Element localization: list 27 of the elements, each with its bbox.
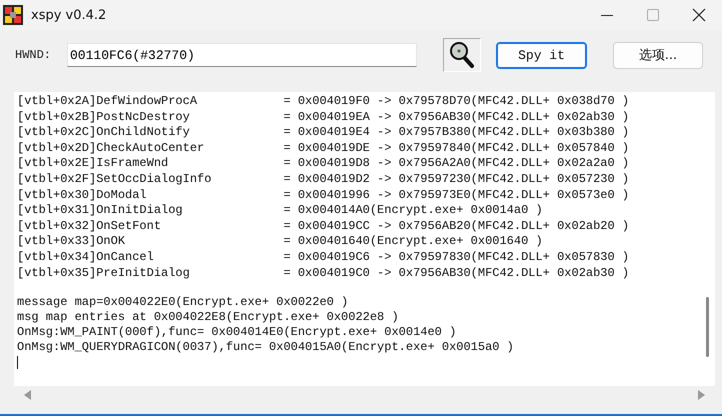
vtable-line: [vtbl+0x34]OnCancel = 0x004019C6 -> 0x79597830(MFC42.DLL+ 0x057830 ) bbox=[17, 250, 630, 266]
text-cursor bbox=[17, 356, 18, 370]
vtable-line: [vtbl+0x31]OnInitDialog = 0x004014A0(Encrypt.exe+ 0x0014a0 ) bbox=[17, 203, 543, 219]
window-title: xspy v0.4.2 bbox=[31, 8, 106, 22]
push-button[interactable]: 选项... bbox=[613, 42, 703, 68]
vtable-line: [vtbl+0x32]OnSetFont = 0x004019CC -> 0x7956AB20(MFC42.DLL+ 0x02ab20 ) bbox=[17, 218, 630, 234]
message-line: OnMsg:WM_QUERYDRAGICON(0037),func= 0x004015A0(Encrypt.exe+ 0x0015a0 ) bbox=[17, 340, 514, 356]
finder-tool[interactable] bbox=[443, 38, 481, 72]
hwnd-label: HWND: bbox=[15, 48, 52, 62]
message-line: msg map entries at 0x004022E8(Encrypt.exe+ 0x0022e8 ) bbox=[17, 310, 399, 326]
hwnd-field[interactable]: 00110FC6(#32770) bbox=[67, 43, 417, 67]
close-icon[interactable] bbox=[692, 8, 706, 22]
vtable-line: [vtbl+0x2B]PostNcDestroy = 0x004019EA -> 0x7956AB30(MFC42.DLL+ 0x02ab30 ) bbox=[17, 110, 630, 126]
vtable-line: [vtbl+0x35]PreInitDialog = 0x004019C0 -> 0x7956AB30(MFC42.DLL+ 0x02ab30 ) bbox=[17, 266, 630, 282]
vtable-line: [vtbl+0x2A]DefWindowProcA = 0x004019F0 -> 0x79578D70(MFC42.DLL+ 0x038d70 ) bbox=[17, 94, 630, 110]
message-line: message map=0x004022E0(Encrypt.exe+ 0x0022e0 ) bbox=[17, 295, 348, 310]
vtable-line: [vtbl+0x2C]OnChildNotify = 0x004019E4 -> 0x7957B380(MFC42.DLL+ 0x03b380 ) bbox=[17, 125, 630, 141]
vtable-line: [vtbl+0x2D]CheckAutoCenter = 0x004019DE -> 0x79597840(MFC42.DLL+ 0x057840 ) bbox=[17, 140, 630, 156]
push-button[interactable]: Spy it bbox=[496, 42, 587, 68]
vtable-line: [vtbl+0x2E]IsFrameWnd = 0x004019D8 -> 0x7956A2A0(MFC42.DLL+ 0x02a2a0 ) bbox=[17, 156, 630, 172]
message-line: OnMsg:WM_PAINT(000f),func= 0x004014E0(Encrypt.exe+ 0x0014e0 ) bbox=[17, 325, 456, 340]
vtable-line: [vtbl+0x30]DoModal = 0x00401996 -> 0x795973E0(MFC42.DLL+ 0x0573e0 ) bbox=[17, 188, 630, 204]
vertical-scrollbar-thumb[interactable] bbox=[706, 297, 708, 357]
vtable-line: [vtbl+0x33]OnOK = 0x00401640(Encrypt.exe+ 0x001640 ) bbox=[17, 234, 543, 250]
output-textbox[interactable] bbox=[14, 92, 715, 404]
app-icon bbox=[3, 5, 23, 25]
vtable-line: [vtbl+0x2F]SetOccDialogInfo = 0x004019D2 -> 0x79597230(MFC42.DLL+ 0x057230 ) bbox=[17, 172, 630, 188]
